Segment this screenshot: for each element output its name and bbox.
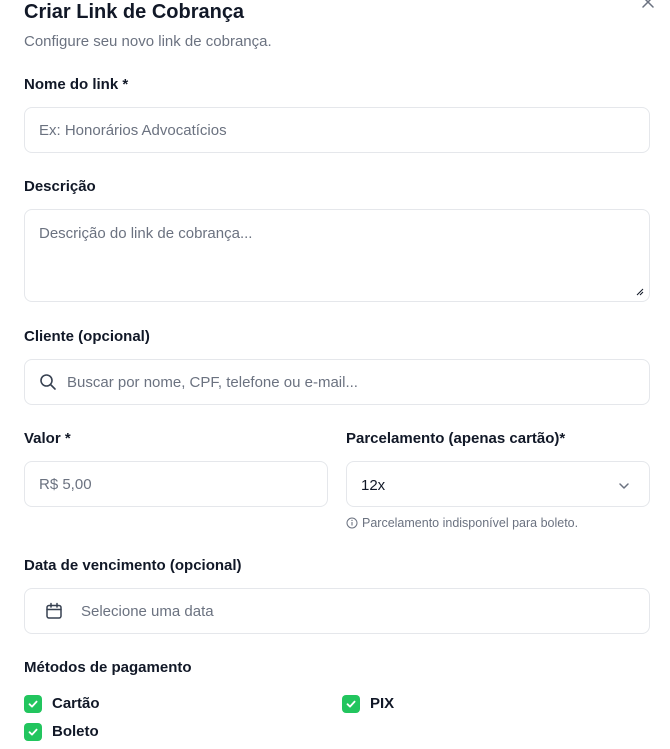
checkbox-checked-icon[interactable] xyxy=(24,723,42,741)
payment-method-pix-label: PIX xyxy=(370,695,395,712)
installments-label: Parcelamento (apenas cartão)* xyxy=(346,430,566,447)
chevron-down-icon xyxy=(619,483,629,489)
close-icon[interactable] xyxy=(640,0,656,10)
installments-selected-value: 12x xyxy=(361,477,386,494)
due-date-placeholder: Selecione uma data xyxy=(81,602,214,620)
payment-method-boleto[interactable]: Boleto xyxy=(24,722,99,742)
description-label: Descrição xyxy=(24,178,96,195)
calendar-icon xyxy=(46,602,62,619)
dialog-title: Criar Link de Cobrança xyxy=(24,1,245,23)
checkbox-checked-icon[interactable] xyxy=(342,695,360,713)
installments-hint: Parcelamento indisponível para boleto. xyxy=(346,515,578,531)
payment-method-card[interactable]: Cartão xyxy=(24,694,100,714)
due-date-picker[interactable]: Selecione uma data xyxy=(24,588,650,634)
payment-method-card-label: Cartão xyxy=(52,695,100,712)
payment-methods-label: Métodos de pagamento xyxy=(24,659,192,676)
resize-handle-icon[interactable] xyxy=(636,288,644,296)
value-label: Valor * xyxy=(24,430,71,447)
due-date-label: Data de vencimento (opcional) xyxy=(24,557,242,574)
payment-method-boleto-label: Boleto xyxy=(52,723,99,740)
client-search-field[interactable] xyxy=(24,359,650,405)
value-field[interactable] xyxy=(24,461,328,507)
installments-hint-text: Parcelamento indisponível para boleto. xyxy=(362,516,579,530)
checkbox-checked-icon[interactable] xyxy=(24,695,42,713)
link-name-input[interactable] xyxy=(39,108,635,152)
link-name-field[interactable] xyxy=(24,107,650,153)
client-label: Cliente (opcional) xyxy=(24,328,150,345)
client-search-input[interactable] xyxy=(67,360,649,404)
link-name-label: Nome do link * xyxy=(24,76,129,93)
description-field[interactable] xyxy=(24,209,650,302)
installments-select[interactable]: 12x xyxy=(346,461,650,507)
value-input[interactable] xyxy=(39,462,313,506)
payment-method-pix[interactable]: PIX xyxy=(342,694,394,714)
description-textarea[interactable] xyxy=(25,210,649,301)
info-icon xyxy=(346,517,358,529)
dialog-subtitle: Configure seu novo link de cobrança. xyxy=(24,33,272,50)
search-icon xyxy=(40,374,56,390)
